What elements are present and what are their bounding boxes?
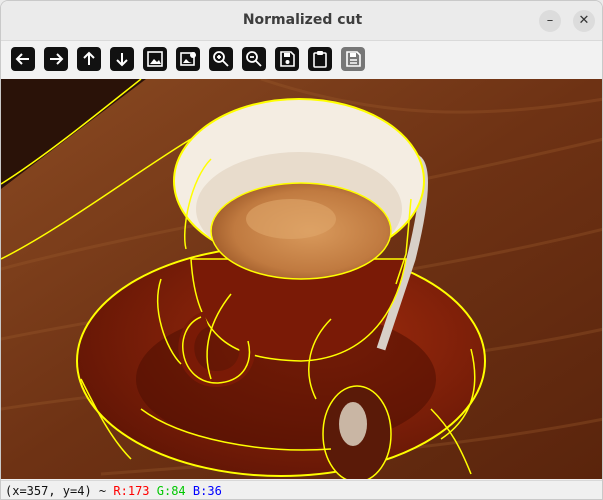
zoom-original-button[interactable] [176,47,200,71]
close-button[interactable]: ✕ [573,10,595,32]
pan-up-button[interactable] [77,47,101,71]
image-settings-icon [180,52,196,66]
pan-right-button[interactable] [44,47,68,71]
green-value: G:84 [156,484,186,498]
zoom-in-button[interactable] [209,47,233,71]
zoom-out-icon [246,51,262,67]
app-window: Normalized cut – ✕ (x=357, y=4) ~ R:173 … [0,0,603,500]
cursor-coordinates: (x=357, y=4) ~ [5,484,107,498]
minimize-button[interactable]: – [539,10,561,32]
arrow-down-icon [116,53,128,67]
title-bar: Normalized cut – ✕ [1,1,602,41]
zoom-out-button[interactable] [242,47,266,71]
copy-to-clipboard-button[interactable] [308,47,332,71]
spoon-highlight [339,402,367,446]
toolbar [1,41,602,79]
arrow-up-icon [83,51,95,65]
segmented-coffee-image [1,79,602,479]
clipboard-icon [313,51,327,68]
arrow-right-icon [50,53,64,65]
pan-down-button[interactable] [110,47,134,71]
zoom-fit-button[interactable] [143,47,167,71]
save-button[interactable] [275,47,299,71]
zoom-in-icon [213,51,229,67]
pan-left-button[interactable] [11,47,35,71]
red-value: R:173 [113,484,150,498]
status-bar: (x=357, y=4) ~ R:173 G:84 B:36 [1,480,602,499]
blue-value: B:36 [192,484,222,498]
window-title: Normalized cut [242,12,363,28]
arrow-left-icon [15,53,29,65]
properties-icon [346,51,361,67]
image-icon [147,51,163,67]
crema-highlight [246,199,336,239]
properties-button[interactable] [341,47,365,71]
image-canvas[interactable] [1,79,602,479]
save-icon [280,51,295,67]
